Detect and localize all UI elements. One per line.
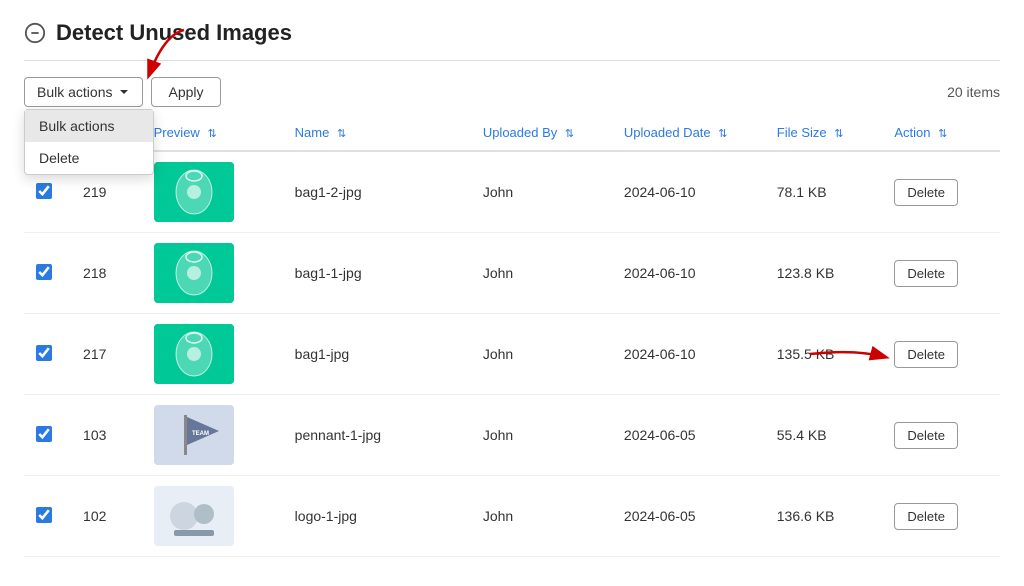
row-preview xyxy=(142,476,283,557)
sort-icon-file-size[interactable]: ⇅ xyxy=(834,127,843,140)
toolbar: Bulk actions Apply Bulk actions Delete 2… xyxy=(24,77,1000,107)
row-checkbox[interactable] xyxy=(36,264,52,280)
delete-button[interactable]: Delete xyxy=(894,260,958,287)
preview-image xyxy=(154,162,234,222)
row-action: Delete xyxy=(882,476,1000,557)
delete-button[interactable]: Delete xyxy=(894,422,958,449)
delete-button[interactable]: Delete xyxy=(894,503,958,530)
row-file-size: 55.4 KB xyxy=(765,395,883,476)
page-title-row: Detect Unused Images xyxy=(24,20,1000,61)
apply-button[interactable]: Apply xyxy=(151,77,220,107)
bulk-actions-button[interactable]: Bulk actions xyxy=(24,77,143,107)
row-uploaded-date: 2024-06-05 xyxy=(612,476,765,557)
row-uploaded-by: John xyxy=(471,476,612,557)
row-preview xyxy=(142,151,283,233)
row-checkbox[interactable] xyxy=(36,507,52,523)
row-file-size: 136.6 KB xyxy=(765,476,883,557)
row-action: Delete xyxy=(882,395,1000,476)
table-row: 219 bag1-2-jpg John 2024-06-10 78.1 KB D… xyxy=(24,151,1000,233)
col-header-file-size: File Size ⇅ xyxy=(765,115,883,151)
table-body: 219 bag1-2-jpg John 2024-06-10 78.1 KB D… xyxy=(24,151,1000,557)
dropdown-item-bulk-actions[interactable]: Bulk actions xyxy=(25,110,153,142)
table-row: 103 TEAM pennant-1-jpg John 2024-06-05 5… xyxy=(24,395,1000,476)
row-id: 218 xyxy=(71,233,142,314)
row-id: 217 xyxy=(71,314,142,395)
col-header-preview: Preview ⇅ xyxy=(142,115,283,151)
table-container: Preview ⇅ Name ⇅ Uploaded By ⇅ Uploaded … xyxy=(24,115,1000,557)
sort-icon-uploaded-by[interactable]: ⇅ xyxy=(565,127,574,140)
minus-circle-icon xyxy=(24,22,46,44)
preview-image xyxy=(154,486,234,546)
row-id: 103 xyxy=(71,395,142,476)
row-preview xyxy=(142,233,283,314)
page-wrapper: Detect Unused Images Bulk actions Apply xyxy=(0,0,1024,577)
row-name: pennant-1-jpg xyxy=(283,395,471,476)
row-uploaded-date: 2024-06-10 xyxy=(612,151,765,233)
row-checkbox-cell xyxy=(24,476,71,557)
sort-icon-uploaded-date[interactable]: ⇅ xyxy=(718,127,727,140)
row-checkbox[interactable] xyxy=(36,345,52,361)
delete-button[interactable]: Delete xyxy=(894,179,958,206)
row-checkbox-cell xyxy=(24,233,71,314)
row-uploaded-by: John xyxy=(471,395,612,476)
col-header-uploaded-by: Uploaded By ⇅ xyxy=(471,115,612,151)
col-header-name: Name ⇅ xyxy=(283,115,471,151)
row-uploaded-by: John xyxy=(471,233,612,314)
row-checkbox-cell xyxy=(24,314,71,395)
row-id: 102 xyxy=(71,476,142,557)
col-header-uploaded-date: Uploaded Date ⇅ xyxy=(612,115,765,151)
items-count: 20 items xyxy=(947,84,1000,100)
table-row: 217 bag1-jpg John 2024-06-10 135.5 KB De… xyxy=(24,314,1000,395)
data-table: Preview ⇅ Name ⇅ Uploaded By ⇅ Uploaded … xyxy=(24,115,1000,557)
dropdown-item-delete[interactable]: Delete xyxy=(25,142,153,174)
row-file-size: 78.1 KB xyxy=(765,151,883,233)
row-uploaded-by: John xyxy=(471,151,612,233)
row-action: Delete xyxy=(882,151,1000,233)
bulk-actions-dropdown: Bulk actions Delete xyxy=(24,109,154,175)
row-uploaded-by: John xyxy=(471,314,612,395)
row-preview: TEAM xyxy=(142,395,283,476)
preview-image xyxy=(154,243,234,303)
row-file-size: 135.5 KB xyxy=(765,314,883,395)
delete-button[interactable]: Delete xyxy=(894,341,958,368)
preview-image xyxy=(154,324,234,384)
row-name: bag1-2-jpg xyxy=(283,151,471,233)
row-uploaded-date: 2024-06-05 xyxy=(612,395,765,476)
row-preview xyxy=(142,314,283,395)
row-checkbox[interactable] xyxy=(36,426,52,442)
svg-text:TEAM: TEAM xyxy=(192,431,209,437)
row-file-size: 123.8 KB xyxy=(765,233,883,314)
sort-icon-name[interactable]: ⇅ xyxy=(337,127,346,140)
col-header-action: Action ⇅ xyxy=(882,115,1000,151)
row-checkbox-cell xyxy=(24,395,71,476)
table-header-row: Preview ⇅ Name ⇅ Uploaded By ⇅ Uploaded … xyxy=(24,115,1000,151)
row-name: bag1-jpg xyxy=(283,314,471,395)
row-name: logo-1-jpg xyxy=(283,476,471,557)
row-uploaded-date: 2024-06-10 xyxy=(612,314,765,395)
sort-icon-action[interactable]: ⇅ xyxy=(938,127,947,140)
row-action: Delete xyxy=(882,314,1000,395)
chevron-down-icon xyxy=(118,86,130,98)
row-action: Delete xyxy=(882,233,1000,314)
preview-image: TEAM xyxy=(154,405,234,465)
row-checkbox[interactable] xyxy=(36,183,52,199)
bulk-actions-label: Bulk actions xyxy=(37,84,112,100)
table-row: 218 bag1-1-jpg John 2024-06-10 123.8 KB … xyxy=(24,233,1000,314)
table-row: 102 logo-1-jpg John 2024-06-05 136.6 KB … xyxy=(24,476,1000,557)
row-name: bag1-1-jpg xyxy=(283,233,471,314)
toolbar-left: Bulk actions Apply Bulk actions Delete xyxy=(24,77,221,107)
row-uploaded-date: 2024-06-10 xyxy=(612,233,765,314)
sort-icon-preview[interactable]: ⇅ xyxy=(207,127,216,140)
page-title: Detect Unused Images xyxy=(56,20,292,46)
